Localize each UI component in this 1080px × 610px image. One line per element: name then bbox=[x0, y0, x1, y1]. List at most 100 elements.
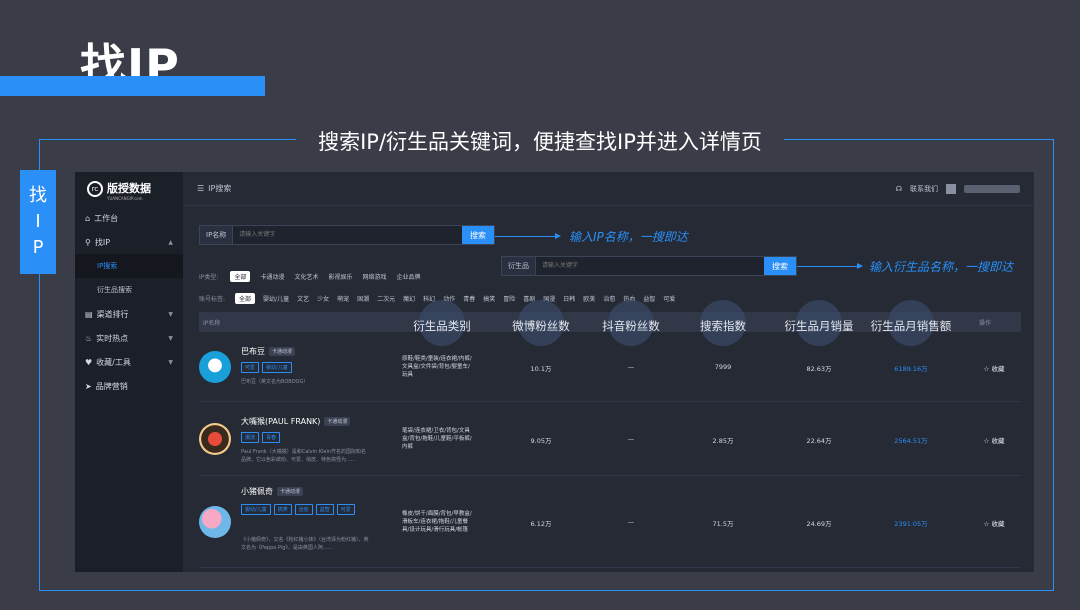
send-icon: ➤ bbox=[85, 381, 92, 391]
category-cell: 原鞋/鞋类/童装/连衣裙/内裤/文具盒/文件袋/背包/婴童车/玩具 bbox=[402, 356, 472, 378]
search-index-cell: 2.85万 bbox=[712, 437, 734, 445]
filter-chip[interactable]: 少女 bbox=[317, 294, 329, 303]
ip-tags: 可爱 婴幼/儿童 bbox=[241, 362, 371, 373]
ip-tag: 婴幼/儿童 bbox=[262, 362, 292, 373]
ip-avatar[interactable] bbox=[199, 423, 231, 455]
filter-chip[interactable]: 企业品牌 bbox=[397, 272, 421, 281]
annotation-product: 输入衍生品名称，一搜即达 bbox=[869, 260, 1014, 274]
search-index-cell: 71.5万 bbox=[712, 520, 734, 528]
product-search-bar: 衍生品 搜索 bbox=[501, 256, 797, 276]
ip-tag: 可爱 bbox=[241, 362, 260, 373]
filter-chip[interactable]: 萌宠 bbox=[337, 294, 349, 303]
weibo-cell: 10.1万 bbox=[530, 365, 552, 373]
filter-chip[interactable]: 治愈 bbox=[603, 294, 615, 303]
side-tab-char: I bbox=[35, 211, 41, 232]
filter-chip[interactable]: 益智 bbox=[643, 294, 655, 303]
filter-chip[interactable]: 魔幻 bbox=[403, 294, 415, 303]
filter-chip[interactable]: 日韩 bbox=[563, 294, 575, 303]
ip-avatar[interactable] bbox=[199, 351, 231, 383]
sidebar: rc 版授数据 YUANCANGIP.com ⌂ 工作台 ⚲ 找IP ▲ IP搜索 … bbox=[75, 172, 183, 572]
filter-chip[interactable]: 欧美 bbox=[583, 294, 595, 303]
product-search-button[interactable]: 搜索 bbox=[764, 257, 796, 275]
table-row[interactable]: 大嘴猴(PAUL FRANK) 卡通动漫潮流 青春 Paul Frank（大嘴猴）是和… bbox=[199, 402, 1021, 476]
side-tab: 找 I P bbox=[20, 170, 56, 274]
sidebar-item-favorites[interactable]: ♥ 收藏/工具 ▼ bbox=[75, 350, 183, 374]
filter-chip[interactable]: 全部 bbox=[230, 271, 251, 282]
sidebar-item-find-ip[interactable]: ⚲ 找IP ▲ bbox=[75, 230, 183, 254]
topbar: ☰ IP搜索 ☊ 联系我们 bbox=[183, 172, 1034, 206]
ip-tag: 可爱 bbox=[336, 504, 355, 515]
category-cell: 笔袋/连衣裙/卫衣/背包/文具盒/背包/拖鞋/儿童鞋/平板裤/内裤 bbox=[402, 428, 472, 450]
chevron-down-icon: ▼ bbox=[168, 358, 173, 366]
filter-chip[interactable]: 搞笑 bbox=[483, 294, 495, 303]
filter-chip[interactable]: 文化艺术 bbox=[294, 272, 318, 281]
table-row[interactable]: 巴布豆 卡通动漫 可爱 婴幼/儿童 巴布豆（英文名为BOBDOG） 原鞋/鞋类/童装/连衣… bbox=[199, 332, 1021, 402]
ip-tag: 治愈 bbox=[294, 504, 313, 515]
ip-tags: 婴幼/儿童 搞笑 治愈 益智 可爱 bbox=[241, 504, 371, 515]
filter-chip[interactable]: 文艺 bbox=[297, 294, 309, 303]
filter-chip[interactable]: 青春 bbox=[463, 294, 475, 303]
headset-icon: ☊ bbox=[895, 184, 902, 193]
chevron-down-icon: ▼ bbox=[168, 310, 173, 318]
ip-tag: 搞笑 bbox=[273, 504, 292, 515]
filter-chip[interactable]: 二次元 bbox=[377, 294, 395, 303]
monthly-revenue-cell: 6189.16万 bbox=[894, 365, 928, 373]
ip-search-input[interactable] bbox=[233, 226, 462, 244]
ip-name[interactable]: 大嘴猴(PAUL FRANK) 卡通动漫 bbox=[241, 416, 351, 427]
logo-text: 版授数据 bbox=[107, 182, 151, 195]
filter-chip[interactable]: 卡通动漫 bbox=[260, 272, 284, 281]
ip-search-button[interactable]: 搜索 bbox=[462, 226, 494, 244]
filter-chip[interactable]: 全部 bbox=[235, 293, 256, 304]
logo-subtext: YUANCANGIP.com bbox=[107, 196, 143, 201]
ip-type-badge: 卡通动漫 bbox=[277, 487, 304, 496]
annotation-arrow bbox=[495, 233, 561, 239]
ip-tags: 潮流 青春 bbox=[241, 432, 371, 443]
douyin-cell: — bbox=[627, 435, 635, 443]
logo[interactable]: rc 版授数据 YUANCANGIP.com bbox=[75, 172, 183, 206]
logo-mark: rc bbox=[87, 181, 103, 197]
chevron-down-icon: ▼ bbox=[168, 334, 173, 342]
chevron-up-icon: ▲ bbox=[168, 238, 173, 246]
ip-name[interactable]: 巴布豆 卡通动漫 bbox=[241, 346, 296, 357]
favorite-button[interactable]: ☆ 收藏 bbox=[984, 435, 1005, 445]
ip-name[interactable]: 小猪佩奇 卡通动漫 bbox=[241, 486, 304, 497]
douyin-cell: — bbox=[627, 363, 635, 371]
favorite-button[interactable]: ☆ 收藏 bbox=[984, 518, 1005, 528]
weibo-cell: 6.12万 bbox=[530, 520, 552, 528]
favorite-button[interactable]: ☆ 收藏 bbox=[984, 363, 1005, 373]
topbar-right: ☊ 联系我们 bbox=[895, 183, 1020, 194]
monthly-sales-cell: 22.64万 bbox=[806, 437, 832, 445]
header-action: 操作 bbox=[979, 319, 992, 327]
sidebar-item-hot-topics[interactable]: ♨ 实时热点 ▼ bbox=[75, 326, 183, 350]
contact-link[interactable]: 联系我们 bbox=[910, 184, 938, 194]
title-accent-bar bbox=[0, 76, 265, 96]
monthly-revenue-cell: 2564.51万 bbox=[894, 437, 928, 445]
sidebar-item-ip-search[interactable]: IP搜索 bbox=[75, 254, 183, 278]
annotation-arrow bbox=[797, 263, 863, 269]
product-search-input[interactable] bbox=[536, 257, 764, 275]
ip-description: 巴布豆（英文名为BOBDOG） bbox=[241, 379, 309, 385]
menu-icon[interactable]: ☰ bbox=[197, 184, 204, 193]
filter-chip[interactable]: 婴幼/儿童 bbox=[263, 294, 289, 303]
ip-type-badge: 卡通动漫 bbox=[269, 347, 296, 356]
sidebar-item-workbench[interactable]: ⌂ 工作台 bbox=[75, 206, 183, 230]
app-window: rc 版授数据 YUANCANGIP.com ⌂ 工作台 ⚲ 找IP ▲ IP搜索 … bbox=[75, 172, 1034, 572]
slide-subtitle: 搜索IP/衍生品关键词，便捷查找IP并进入详情页 bbox=[0, 126, 1080, 156]
ip-tag: 潮流 bbox=[241, 432, 260, 443]
filter-chip[interactable]: 冒险 bbox=[503, 294, 515, 303]
sidebar-item-brand-marketing[interactable]: ➤ 品牌营销 bbox=[75, 374, 183, 398]
username-blurred[interactable] bbox=[964, 184, 1020, 193]
avatar[interactable] bbox=[946, 183, 956, 194]
ip-description: Paul Frank（大嘴猴）是和Calvin Klein齐名的国际知名品牌。它… bbox=[241, 449, 367, 463]
filter-chip[interactable]: 影视娱乐 bbox=[328, 272, 352, 281]
flame-icon: ♨ bbox=[85, 333, 93, 343]
filter-chip[interactable]: 国潮 bbox=[357, 294, 369, 303]
douyin-cell: — bbox=[627, 518, 635, 526]
filter-chip[interactable]: 网络游戏 bbox=[362, 272, 386, 281]
table-row[interactable]: 小猪佩奇 卡通动漫 婴幼/儿童 搞笑 治愈 益智 可爱 《小猪佩奇》，又名《粉红猪小妹》（台湾… bbox=[199, 476, 1021, 568]
sidebar-item-product-search[interactable]: 衍生品搜索 bbox=[75, 278, 183, 302]
sidebar-item-channel-rank[interactable]: ▤ 渠道排行 ▼ bbox=[75, 302, 183, 326]
filter-chip[interactable]: 可爱 bbox=[663, 294, 675, 303]
ip-avatar[interactable] bbox=[199, 506, 231, 538]
search-index-cell: 7999 bbox=[714, 363, 732, 371]
